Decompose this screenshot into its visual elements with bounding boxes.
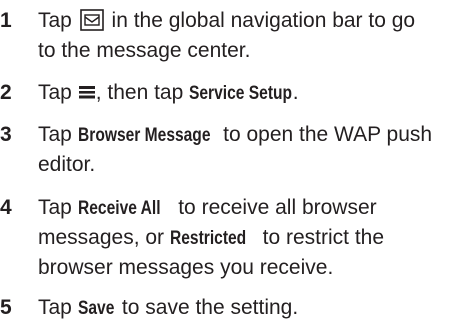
step-number: 5 — [0, 296, 12, 319]
step-text-segment: Tap — [38, 196, 78, 219]
step-number: 4 — [0, 196, 12, 219]
receive-all-keyword: Receive All — [77, 198, 161, 219]
step-text: Tap Receive All to receive all browser m… — [38, 193, 456, 283]
step-text-segment: Tap — [38, 9, 78, 32]
browser-message-keyword: Browser Message — [77, 125, 211, 146]
message-center-icon — [79, 9, 104, 31]
step-number: 1 — [0, 9, 12, 32]
menu-icon — [78, 79, 95, 99]
step-text-segment: messages, or — [38, 226, 170, 249]
step-text-segment: . — [292, 81, 299, 104]
step-text-segment: Tap — [38, 81, 78, 104]
step-text: Tap Save to save the setting. — [38, 293, 456, 323]
save-keyword: Save — [77, 298, 115, 319]
step-text-segment: Tap — [38, 296, 78, 319]
step-text-segment: to receive all browser — [172, 196, 377, 219]
service-setup-keyword: Service Setup — [189, 83, 293, 104]
step-text-segment: to save the setting. — [116, 296, 299, 319]
step-text-segment: to open the WAP push — [217, 123, 433, 146]
step-text-segment: Tap — [38, 123, 78, 146]
step-line: Tap Receive All to receive all browser — [38, 193, 456, 223]
step-number: 3 — [0, 123, 12, 146]
step-text: Tap Browser Message to open the WAP push… — [38, 120, 456, 180]
step-line: browser messages you receive. — [38, 256, 334, 279]
step-line: Tap Browser Message to open the WAP push — [38, 120, 456, 150]
step-line: Tap , then tap Service Setup. — [38, 78, 456, 108]
step-text-segment: , then tap — [95, 81, 190, 104]
step-text: Tap , then tap Service Setup. — [38, 78, 456, 108]
restricted-keyword: Restricted — [169, 228, 247, 249]
step-line: messages, or Restricted to restrict the — [38, 223, 456, 253]
step-text-segment: in the global navigation bar to go — [105, 9, 416, 32]
step-line: Tap Save to save the setting. — [38, 293, 456, 323]
step-line: editor. — [38, 153, 96, 176]
step-line: to the message center. — [38, 39, 251, 62]
step-text: Tap in the global navigation bar to go t… — [38, 6, 456, 66]
step-line: Tap in the global navigation bar to go — [38, 6, 456, 36]
step-text-segment: to restrict the — [256, 226, 385, 249]
step-number: 2 — [0, 81, 12, 104]
